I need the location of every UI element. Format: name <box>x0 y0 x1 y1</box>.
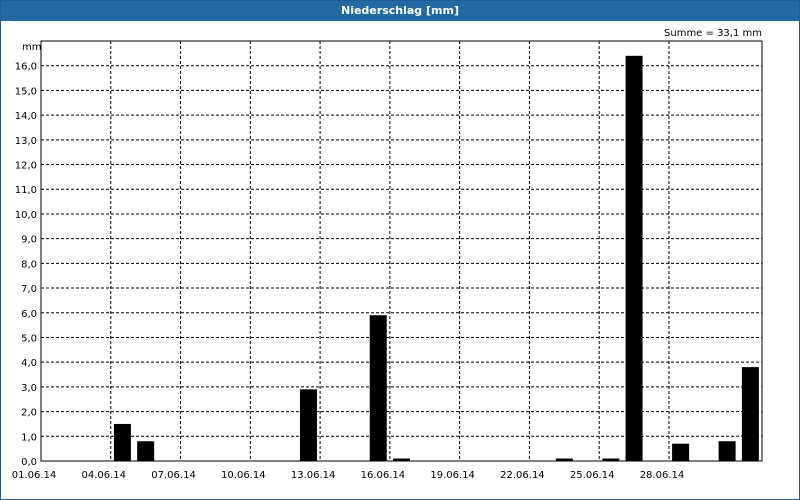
x-axis-ticks: 01.06.14 04.06.14 07.06.14 10.06.14 13.06.14… <box>12 470 684 481</box>
bar-day-31 <box>741 367 759 461</box>
y-tick-label: 2,0 <box>21 408 37 419</box>
y-tick-label: 10,0 <box>15 210 37 221</box>
bar-04.06.14 <box>113 423 131 461</box>
bar-30.06.14 <box>718 441 736 461</box>
bar-15.06.14 <box>369 315 387 461</box>
x-tick-label: 10.06.14 <box>221 470 266 481</box>
bar-12.06.14 <box>299 389 317 461</box>
x-tick-label: 16.06.14 <box>361 470 406 481</box>
plot-area <box>40 40 763 462</box>
y-tick-label: 14,0 <box>15 111 37 122</box>
y-tick-label: 8,0 <box>21 259 37 270</box>
y-tick-label: 5,0 <box>21 333 37 344</box>
y-axis-ticks: 0,0 1,0 2,0 3,0 4,0 5,0 6,0 7,0 8,0 9,0 10,0 11,0 12… <box>15 62 37 468</box>
precipitation-chart: 0,0 1,0 2,0 3,0 4,0 5,0 6,0 7,0 8,0 9,0 10,0 11,0 12… <box>12 28 763 481</box>
y-axis-unit-label: mm <box>22 42 41 53</box>
x-tick-label: 19.06.14 <box>430 470 475 481</box>
y-tick-label: 1,0 <box>21 432 37 443</box>
x-tick-label: 25.06.14 <box>570 470 615 481</box>
x-tick-label: 28.06.14 <box>640 470 685 481</box>
bar-16.06.14 <box>393 458 410 461</box>
x-tick-label: 04.06.14 <box>82 470 127 481</box>
y-tick-label: 7,0 <box>21 284 37 295</box>
y-tick-label: 0,0 <box>21 457 37 468</box>
x-tick-label: 22.06.14 <box>500 470 545 481</box>
y-tick-label: 12,0 <box>15 161 37 172</box>
bar-28.06.14 <box>672 443 690 461</box>
y-tick-label: 4,0 <box>21 358 37 369</box>
y-tick-label: 9,0 <box>21 235 37 246</box>
y-tick-label: 3,0 <box>21 383 37 394</box>
x-tick-label: 01.06.14 <box>12 470 57 481</box>
bar-23.06.14 <box>555 458 573 461</box>
y-tick-label: 13,0 <box>15 136 37 147</box>
x-tick-label: 07.06.14 <box>151 470 196 481</box>
y-tick-label: 6,0 <box>21 309 37 320</box>
sum-annotation: Summe = 33,1 mm <box>664 28 762 39</box>
x-tick-label: 13.06.14 <box>291 470 336 481</box>
bar-26.06.14 <box>625 55 643 462</box>
y-tick-label: 11,0 <box>15 185 37 196</box>
y-tick-label: 15,0 <box>15 86 37 97</box>
bar-05.06.14 <box>137 441 155 461</box>
bar-25.06.14 <box>602 458 620 461</box>
y-tick-label: 16,0 <box>15 62 37 73</box>
